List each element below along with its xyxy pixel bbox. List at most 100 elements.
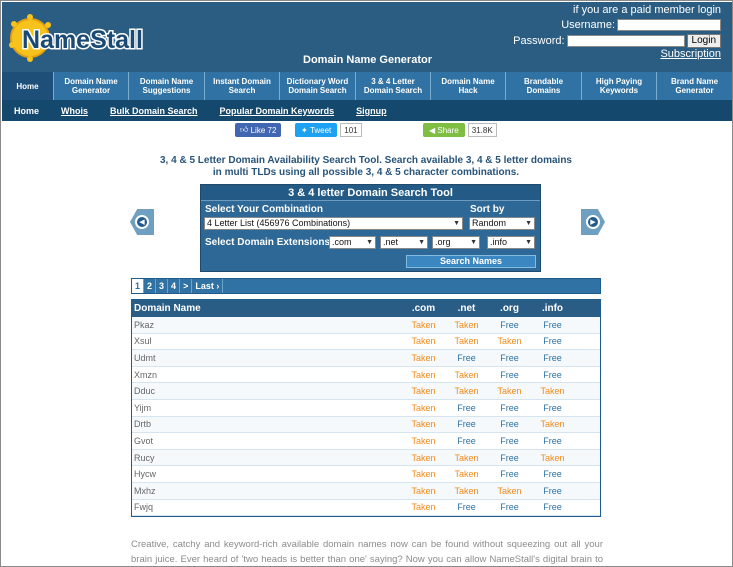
ext-value-4: .info [490, 237, 508, 247]
table-row: Yijm Taken Free Free Free [132, 400, 600, 417]
availability-cell[interactable]: Taken [445, 486, 488, 496]
combination-value: 4 Letter List (456976 Combinations) [207, 218, 351, 228]
availability-cell[interactable]: Free [488, 436, 531, 446]
availability-cell[interactable]: Taken [445, 370, 488, 380]
pagination: 1 2 3 4 > Last › [131, 278, 601, 294]
availability-cell[interactable]: Taken [402, 336, 445, 346]
page-3[interactable]: 3 [156, 279, 169, 293]
table-row: Pkaz Taken Taken Free Free [132, 317, 600, 334]
ext-select-4[interactable]: .info ▼ [487, 236, 535, 249]
availability-cell[interactable]: Free [531, 353, 574, 363]
availability-cell[interactable]: Free [445, 502, 488, 512]
availability-cell[interactable]: Free [488, 502, 531, 512]
availability-cell[interactable]: Taken [402, 386, 445, 396]
chevron-down-icon: ▼ [470, 239, 477, 246]
nav-domain-name-hack[interactable]: Domain Name Hack [431, 72, 506, 100]
availability-cell[interactable]: Free [531, 403, 574, 413]
availability-cell[interactable]: Taken [445, 320, 488, 330]
availability-cell[interactable]: Free [488, 469, 531, 479]
subnav-popular-domain-keywords[interactable]: Popular Domain Keywords [220, 106, 335, 116]
page-4[interactable]: 4 [168, 279, 181, 293]
availability-cell[interactable]: Taken [402, 353, 445, 363]
availability-cell[interactable]: Free [531, 336, 574, 346]
page-next[interactable]: > [180, 279, 193, 293]
page-1[interactable]: 1 [132, 279, 145, 293]
ext-select-2[interactable]: .net ▼ [380, 236, 428, 249]
availability-cell[interactable]: Taken [531, 419, 574, 429]
subnav-signup[interactable]: Signup [356, 106, 387, 116]
ext-select-1[interactable]: .com ▼ [329, 236, 376, 249]
prev-arrow[interactable]: ◀ [130, 209, 154, 235]
availability-cell[interactable]: Taken [402, 436, 445, 446]
availability-cell[interactable]: Taken [531, 453, 574, 463]
nav-home[interactable]: Home [2, 72, 54, 100]
availability-cell[interactable]: Free [488, 403, 531, 413]
table-row: Drtb Taken Free Free Taken [132, 416, 600, 434]
nav-dictionary-word-domain-search[interactable]: Dictionary Word Domain Search [280, 72, 356, 100]
availability-cell[interactable]: Free [488, 419, 531, 429]
availability-cell[interactable]: Taken [445, 386, 488, 396]
nav-instant-domain-search[interactable]: Instant Domain Search [205, 72, 280, 100]
search-names-button[interactable]: Search Names [406, 255, 536, 268]
nav-high-paying-keywords[interactable]: High Paying Keywords [582, 72, 657, 100]
availability-cell[interactable]: Taken [402, 320, 445, 330]
password-input[interactable] [566, 34, 685, 47]
page-last[interactable]: Last › [192, 279, 224, 293]
subnav-bulk-domain-search[interactable]: Bulk Domain Search [110, 106, 198, 116]
availability-cell[interactable]: Taken [488, 336, 531, 346]
availability-cell[interactable]: Taken [402, 403, 445, 413]
availability-cell[interactable]: Free [445, 353, 488, 363]
domain-name-cell: Dduc [134, 386, 156, 397]
availability-cell[interactable]: Taken [402, 469, 445, 479]
availability-cell[interactable]: Taken [531, 386, 574, 396]
sort-select[interactable]: Random ▼ [469, 217, 535, 230]
availability-cell[interactable]: Taken [402, 502, 445, 512]
combination-select[interactable]: 4 Letter List (456976 Combinations) ▼ [204, 217, 463, 230]
login-button[interactable]: Login [686, 33, 721, 48]
availability-cell[interactable]: Free [531, 436, 574, 446]
chevron-down-icon: ▼ [525, 220, 532, 227]
availability-cell[interactable]: Taken [402, 486, 445, 496]
intro-line-1: 3, 4 & 5 Letter Domain Availability Sear… [159, 155, 572, 166]
availability-cell[interactable]: Free [488, 453, 531, 463]
share-button[interactable]: ◀ Share [423, 123, 465, 137]
nav-brandable-domains[interactable]: Brandable Domains [506, 72, 582, 100]
header-net: .net [457, 303, 476, 314]
availability-cell[interactable]: Free [445, 419, 488, 429]
availability-cell[interactable]: Taken [488, 386, 531, 396]
subnav-home[interactable]: Home [14, 106, 39, 116]
page-2[interactable]: 2 [144, 279, 157, 293]
availability-cell[interactable]: Free [488, 353, 531, 363]
availability-cell[interactable]: Free [445, 403, 488, 413]
username-row: Username: [491, 17, 721, 32]
subnav-whois[interactable]: Whois [61, 106, 88, 116]
chevron-down-icon: ▼ [418, 239, 425, 246]
availability-cell[interactable]: Taken [445, 469, 488, 479]
facebook-like-button[interactable]: 👍︎ Like 72 [235, 123, 282, 137]
table-row: Mxhz Taken Taken Taken Free [132, 482, 600, 500]
nav-domain-name-generator[interactable]: Domain Name Generator [54, 72, 129, 100]
next-arrow[interactable]: ▶ [581, 209, 605, 235]
ext-select-3[interactable]: .org ▼ [432, 236, 480, 249]
availability-cell[interactable]: Taken [445, 453, 488, 463]
tweet-button[interactable]: ✦ Tweet [295, 123, 338, 137]
availability-cell[interactable]: Taken [445, 336, 488, 346]
availability-cell[interactable]: Free [531, 370, 574, 380]
availability-cell[interactable]: Free [531, 469, 574, 479]
username-input[interactable] [617, 18, 721, 31]
username-label: Username: [561, 18, 615, 31]
nav-brand-name-generator[interactable]: Brand Name Generator [657, 72, 732, 100]
availability-cell[interactable]: Free [445, 436, 488, 446]
availability-cell[interactable]: Taken [402, 370, 445, 380]
availability-cell[interactable]: Free [531, 320, 574, 330]
availability-cell[interactable]: Free [488, 320, 531, 330]
nav-domain-name-suggestions[interactable]: Domain Name Suggestions [129, 72, 205, 100]
availability-cell[interactable]: Taken [488, 486, 531, 496]
availability-cell[interactable]: Taken [402, 453, 445, 463]
availability-cell[interactable]: Free [531, 486, 574, 496]
header-com: .com [411, 303, 436, 314]
nav-3-4-letter-domain-search[interactable]: 3 & 4 Letter Domain Search [356, 72, 431, 100]
availability-cell[interactable]: Free [531, 502, 574, 512]
availability-cell[interactable]: Free [488, 370, 531, 380]
availability-cell[interactable]: Taken [402, 419, 445, 429]
